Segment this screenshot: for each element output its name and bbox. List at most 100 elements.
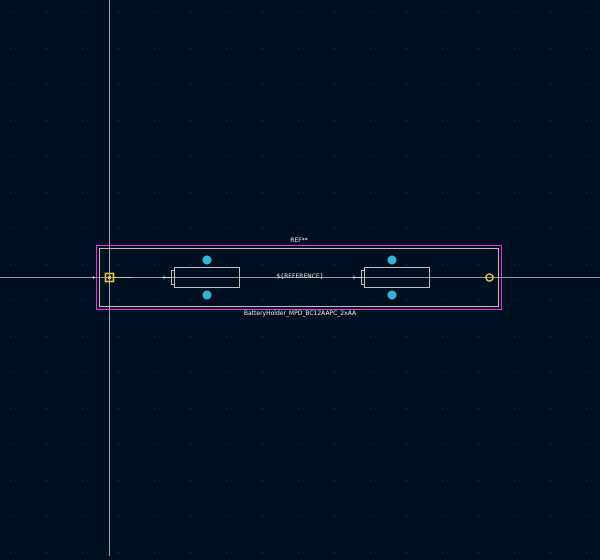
grid-dot xyxy=(46,228,47,229)
grid-dot xyxy=(226,228,227,229)
grid-dot xyxy=(118,336,119,337)
grid-dot xyxy=(334,156,335,157)
grid-dot xyxy=(10,372,11,373)
footprint-name-text[interactable]: BatteryHolder_MPD_BC12AAPC_2xAA xyxy=(244,311,356,317)
grid-dot xyxy=(154,264,155,265)
grid-dot xyxy=(334,480,335,481)
grid-dot xyxy=(262,48,263,49)
grid-dot xyxy=(514,444,515,445)
grid-dot xyxy=(10,552,11,553)
grid-dot xyxy=(298,12,299,13)
grid-dot xyxy=(226,552,227,553)
grid-dot xyxy=(82,552,83,553)
grid-dot xyxy=(262,372,263,373)
grid-dot xyxy=(370,480,371,481)
grid-dot xyxy=(370,84,371,85)
grid-dot xyxy=(262,552,263,553)
grid-dot xyxy=(586,120,587,121)
grid-dot xyxy=(442,372,443,373)
grid-dot xyxy=(118,12,119,13)
grid-dot xyxy=(550,444,551,445)
grid-dot xyxy=(478,480,479,481)
grid-dot xyxy=(10,12,11,13)
grid-dot xyxy=(46,516,47,517)
grid-dot xyxy=(586,444,587,445)
grid-dot xyxy=(406,156,407,157)
grid-dot xyxy=(262,300,263,301)
grid-dot xyxy=(190,156,191,157)
mounting-hole-bottom-right[interactable] xyxy=(387,290,397,300)
pcb-canvas[interactable]: REF** ${REFERENCE} BatteryHolder_MPD_BC1… xyxy=(0,0,600,556)
grid-dot xyxy=(370,192,371,193)
grid-dot xyxy=(46,300,47,301)
grid-dot xyxy=(154,48,155,49)
grid-dot xyxy=(334,336,335,337)
grid-dot xyxy=(406,120,407,121)
grid-dot xyxy=(10,336,11,337)
grid-dot xyxy=(262,336,263,337)
grid-dot xyxy=(298,300,299,301)
grid-dot xyxy=(190,228,191,229)
grid-dot xyxy=(442,300,443,301)
value-field-text[interactable]: ${REFERENCE} xyxy=(276,274,323,280)
grid-dot xyxy=(586,372,587,373)
grid-dot xyxy=(514,336,515,337)
grid-dot xyxy=(190,12,191,13)
grid-dot xyxy=(442,120,443,121)
grid-dot xyxy=(442,552,443,553)
grid-dot xyxy=(586,336,587,337)
grid-dot xyxy=(118,408,119,409)
grid-dot xyxy=(118,516,119,517)
grid-dot xyxy=(406,480,407,481)
mounting-hole-top-right[interactable] xyxy=(387,255,397,265)
grid-dot xyxy=(118,372,119,373)
grid-dot xyxy=(154,228,155,229)
grid-dot xyxy=(586,84,587,85)
grid-dot xyxy=(46,264,47,265)
grid-dot xyxy=(46,480,47,481)
grid-dot xyxy=(478,84,479,85)
grid-dot xyxy=(190,408,191,409)
grid-dot xyxy=(406,12,407,13)
grid-dot xyxy=(586,192,587,193)
grid-dot xyxy=(226,336,227,337)
grid-dot xyxy=(478,336,479,337)
grid-dot xyxy=(298,480,299,481)
grid-dot xyxy=(334,516,335,517)
grid-dot xyxy=(190,264,191,265)
grid-dot xyxy=(370,228,371,229)
grid-dot xyxy=(334,264,335,265)
grid-dot xyxy=(586,264,587,265)
grid-dot xyxy=(586,300,587,301)
grid-dot xyxy=(334,444,335,445)
grid-dot xyxy=(262,516,263,517)
grid-dot xyxy=(118,480,119,481)
grid-dot xyxy=(550,264,551,265)
grid-dot xyxy=(262,192,263,193)
grid-dot xyxy=(298,84,299,85)
grid-dot xyxy=(298,156,299,157)
grid-dot xyxy=(298,264,299,265)
grid-dot xyxy=(46,444,47,445)
grid-dot xyxy=(262,120,263,121)
plus-mark-battery-right xyxy=(352,275,356,280)
grid-dot xyxy=(190,48,191,49)
grid-dot xyxy=(442,336,443,337)
grid-dot xyxy=(10,444,11,445)
grid-dot xyxy=(190,300,191,301)
grid-dot xyxy=(226,264,227,265)
grid-dot xyxy=(298,372,299,373)
grid-dot xyxy=(442,48,443,49)
grid-dot xyxy=(46,84,47,85)
reference-designator-text[interactable]: REF** xyxy=(290,238,307,244)
mounting-hole-bottom-left[interactable] xyxy=(202,290,212,300)
grid-dot xyxy=(82,48,83,49)
grid-dot xyxy=(550,480,551,481)
grid-dot xyxy=(370,156,371,157)
grid-dot xyxy=(10,48,11,49)
grid-dot xyxy=(406,300,407,301)
mounting-hole-top-left[interactable] xyxy=(202,255,212,265)
grid-dot xyxy=(82,264,83,265)
grid-dot xyxy=(226,516,227,517)
grid-dot xyxy=(82,480,83,481)
